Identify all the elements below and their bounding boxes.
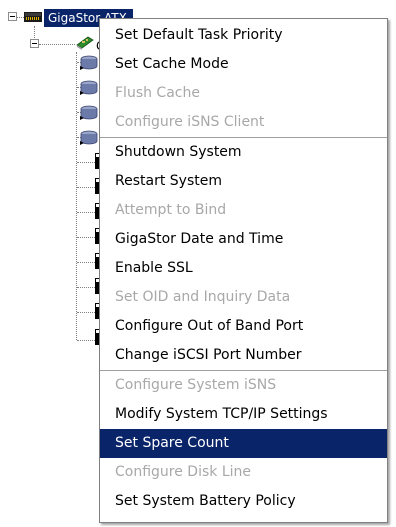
menu-item-configure-out-of-band-port[interactable]: Configure Out of Band Port [100,312,387,341]
menu-item-configure-isns-client: Configure iSNS Client [115,114,265,130]
disk-icon[interactable] [80,129,98,147]
menu-item-restart-system[interactable]: Restart System [100,167,387,196]
menu-item-set-oid-and-inquiry-data: Set OID and Inquiry Data [115,289,291,305]
tree-connector [76,52,77,340]
menu-item-shutdown-system[interactable]: Shutdown System [100,138,387,167]
child-collapse-toggle[interactable] [30,39,39,48]
menu-item-flush-cache: Flush Cache [115,85,200,101]
tree-connector [17,17,24,18]
menu-item-set-spare-count[interactable]: Set Spare Count [100,429,387,458]
menu-item-configure-disk-line: Configure Disk Line [115,464,252,480]
menu-item-enable-ssl[interactable]: Enable SSL [100,254,387,283]
menu-item-set-system-battery-policy[interactable]: Set System Battery Policy [100,487,387,516]
menu-item-configure-system-isns: Configure System iSNS [115,377,277,393]
menu-item-modify-system-tcpip-settings[interactable]: Modify System TCP/IP Settings [100,400,387,429]
disk-icon[interactable] [80,79,98,97]
menu-item-set-cache-mode[interactable]: Set Cache Mode [100,50,387,79]
tree-connector [39,44,75,45]
screen: GigaStor ATX G [0,0,396,527]
menu-item-gigastor-date-and-time[interactable]: GigaStor Date and Time [100,225,387,254]
menu-item-set-default-task-priority[interactable]: Set Default Task Priority [100,21,387,50]
disk-icon[interactable] [80,104,98,122]
disk-icon[interactable] [80,54,98,72]
menu-item-attempt-to-bind: Attempt to Bind [115,202,227,218]
storage-device-icon [24,12,42,22]
hba-card-icon [76,36,94,50]
root-collapse-toggle[interactable] [8,12,17,21]
context-menu: Set Default Task Priority Set Cache Mode… [99,18,388,523]
menu-item-change-iscsi-port-number[interactable]: Change iSCSI Port Number [100,341,387,370]
